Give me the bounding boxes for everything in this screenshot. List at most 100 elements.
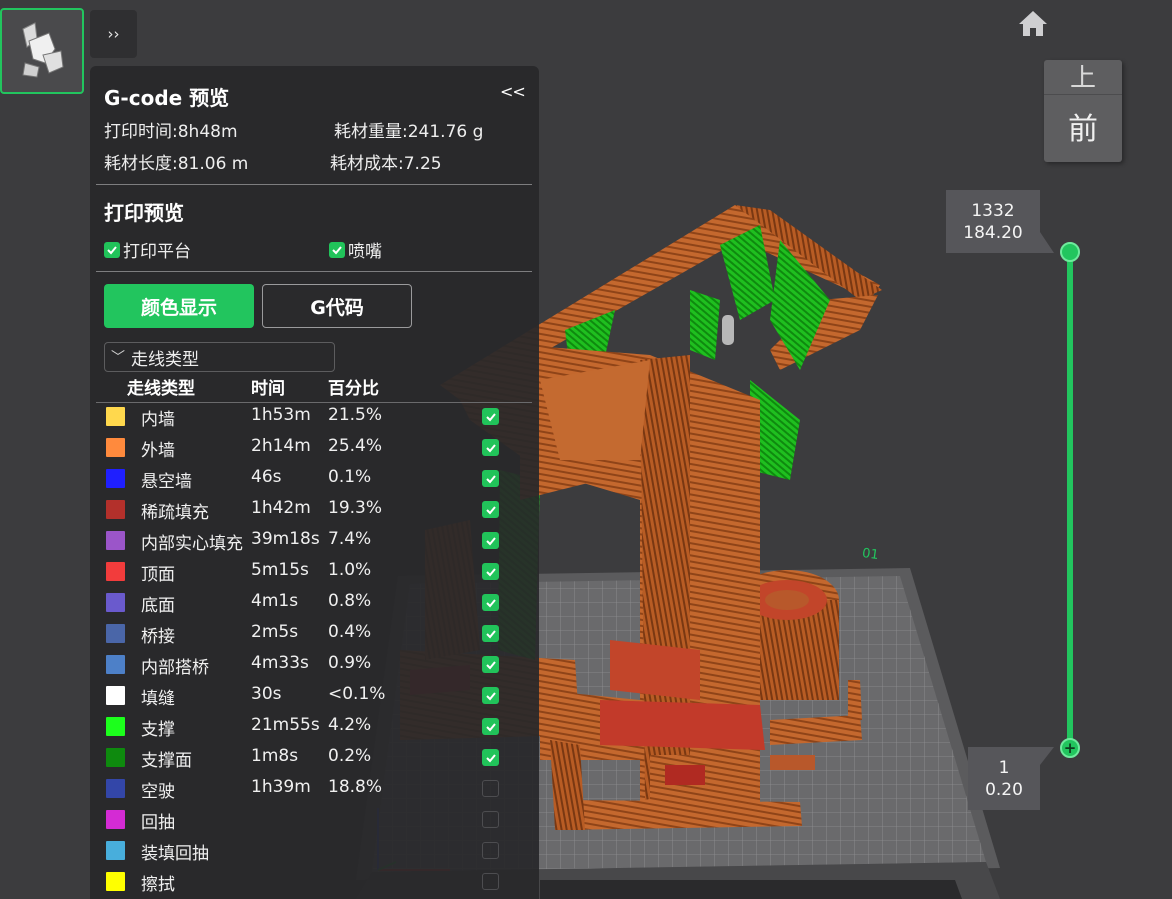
row-percent: 4.2% bbox=[328, 715, 372, 735]
color-swatch[interactable] bbox=[106, 779, 125, 798]
checkbox-checked[interactable] bbox=[482, 749, 499, 766]
row-time: 30s bbox=[251, 684, 282, 704]
table-row: 悬空墙 46s 0.1% bbox=[90, 464, 539, 495]
row-time: 1h42m bbox=[251, 498, 311, 518]
dropdown-value: 走线类型 bbox=[131, 349, 199, 370]
check-icon bbox=[485, 629, 496, 638]
checkbox-unchecked[interactable] bbox=[482, 842, 499, 859]
divider bbox=[96, 184, 532, 185]
checkbox-unchecked[interactable] bbox=[482, 811, 499, 828]
toggle-nozzle-label: 喷嘴 bbox=[348, 242, 382, 262]
color-swatch[interactable] bbox=[106, 407, 125, 426]
row-time: 2h14m bbox=[251, 436, 311, 456]
table-row: 回抽 bbox=[90, 805, 539, 836]
row-percent: 0.9% bbox=[328, 653, 372, 673]
row-type: 桥接 bbox=[141, 627, 175, 647]
color-display-button[interactable]: 颜色显示 bbox=[104, 284, 254, 328]
checkbox-unchecked[interactable] bbox=[482, 873, 499, 890]
check-icon bbox=[485, 691, 496, 700]
table-row: 内部实心填充 39m18s 7.4% bbox=[90, 526, 539, 557]
table-row: 支撑 21m55s 4.2% bbox=[90, 712, 539, 743]
plate-thumbnail[interactable] bbox=[0, 8, 84, 94]
line-type-dropdown[interactable]: ﹀ 走线类型 bbox=[104, 342, 335, 372]
layer-slider-top-handle[interactable] bbox=[1060, 242, 1080, 262]
checkbox-checked[interactable] bbox=[104, 241, 120, 258]
row-type: 内部实心填充 bbox=[141, 534, 243, 554]
filament-cost: 耗材成本:7.25 bbox=[330, 154, 442, 174]
top-layer-number: 1332 bbox=[971, 200, 1015, 221]
check-icon bbox=[485, 536, 496, 545]
checkbox-checked[interactable] bbox=[329, 241, 345, 258]
row-percent: 0.2% bbox=[328, 746, 372, 766]
checkbox-checked[interactable] bbox=[482, 687, 499, 704]
view-cube-front[interactable]: 前 bbox=[1068, 95, 1098, 157]
row-percent: 0.8% bbox=[328, 591, 372, 611]
check-icon bbox=[485, 474, 496, 483]
panel-title: G-code 预览 bbox=[104, 86, 230, 110]
row-type: 支撑 bbox=[141, 720, 175, 740]
color-swatch[interactable] bbox=[106, 717, 125, 736]
toggle-bed-label: 打印平台 bbox=[123, 242, 191, 262]
checkbox-checked[interactable] bbox=[482, 532, 499, 549]
row-type: 填缝 bbox=[141, 689, 175, 709]
tooltip-pointer bbox=[1040, 747, 1054, 765]
row-type: 内墙 bbox=[141, 410, 175, 430]
color-swatch[interactable] bbox=[106, 438, 125, 457]
checkbox-unchecked[interactable] bbox=[482, 780, 499, 797]
checkbox-checked[interactable] bbox=[482, 470, 499, 487]
color-swatch[interactable] bbox=[106, 624, 125, 643]
color-swatch[interactable] bbox=[106, 841, 125, 860]
layer-slider-bottom-handle[interactable]: + bbox=[1060, 738, 1080, 758]
color-swatch[interactable] bbox=[106, 810, 125, 829]
color-swatch[interactable] bbox=[106, 686, 125, 705]
row-type: 顶面 bbox=[141, 565, 175, 585]
color-swatch[interactable] bbox=[106, 655, 125, 674]
gcode-button[interactable]: G代码 bbox=[262, 284, 412, 328]
row-percent: 21.5% bbox=[328, 405, 383, 425]
view-cube-top[interactable]: 上 bbox=[1044, 65, 1122, 95]
color-swatch[interactable] bbox=[106, 593, 125, 612]
divider bbox=[96, 271, 532, 272]
view-cube[interactable]: 上 前 bbox=[1044, 60, 1122, 162]
check-icon bbox=[107, 245, 117, 254]
check-icon bbox=[485, 598, 496, 607]
color-swatch[interactable] bbox=[106, 531, 125, 550]
checkbox-checked[interactable] bbox=[482, 625, 499, 642]
layer-slider-track[interactable] bbox=[1067, 252, 1073, 748]
check-icon bbox=[332, 245, 342, 254]
expand-sidebar-button[interactable]: ›› bbox=[90, 10, 137, 58]
checkbox-checked[interactable] bbox=[482, 594, 499, 611]
table-row: 顶面 5m15s 1.0% bbox=[90, 557, 539, 588]
color-swatch[interactable] bbox=[106, 872, 125, 891]
color-swatch[interactable] bbox=[106, 562, 125, 581]
color-swatch[interactable] bbox=[106, 469, 125, 488]
filament-length: 耗材长度:81.06 m bbox=[104, 154, 249, 174]
checkbox-checked[interactable] bbox=[482, 501, 499, 518]
check-icon bbox=[485, 443, 496, 452]
checkbox-checked[interactable] bbox=[482, 408, 499, 425]
checkbox-checked[interactable] bbox=[482, 718, 499, 735]
toggle-nozzle[interactable]: 喷嘴 bbox=[329, 237, 382, 262]
collapse-panel-button[interactable]: << bbox=[500, 82, 526, 101]
checkbox-checked[interactable] bbox=[482, 439, 499, 456]
row-type: 空驶 bbox=[141, 782, 175, 802]
color-swatch[interactable] bbox=[106, 500, 125, 519]
column-header-type: 走线类型 bbox=[127, 379, 195, 399]
check-icon bbox=[485, 722, 496, 731]
row-type: 悬空墙 bbox=[141, 472, 192, 492]
toggle-bed[interactable]: 打印平台 bbox=[104, 237, 191, 262]
tooltip-pointer bbox=[1040, 232, 1054, 253]
row-percent: 25.4% bbox=[328, 436, 383, 456]
checkbox-checked[interactable] bbox=[482, 656, 499, 673]
row-type: 装填回抽 bbox=[141, 844, 209, 864]
plate-thumbnail-icon bbox=[22, 22, 64, 78]
table-row: 支撑面 1m8s 0.2% bbox=[90, 743, 539, 774]
color-swatch[interactable] bbox=[106, 748, 125, 767]
row-time: 39m18s bbox=[251, 529, 320, 549]
row-percent: 7.4% bbox=[328, 529, 372, 549]
checkbox-checked[interactable] bbox=[482, 563, 499, 580]
row-type: 外墙 bbox=[141, 441, 175, 461]
gcode-preview-panel: G-code 预览 << 打印时间:8h48m 耗材重量:241.76 g 耗材… bbox=[90, 66, 539, 899]
row-type: 擦拭 bbox=[141, 875, 175, 895]
home-icon[interactable] bbox=[1016, 8, 1050, 40]
